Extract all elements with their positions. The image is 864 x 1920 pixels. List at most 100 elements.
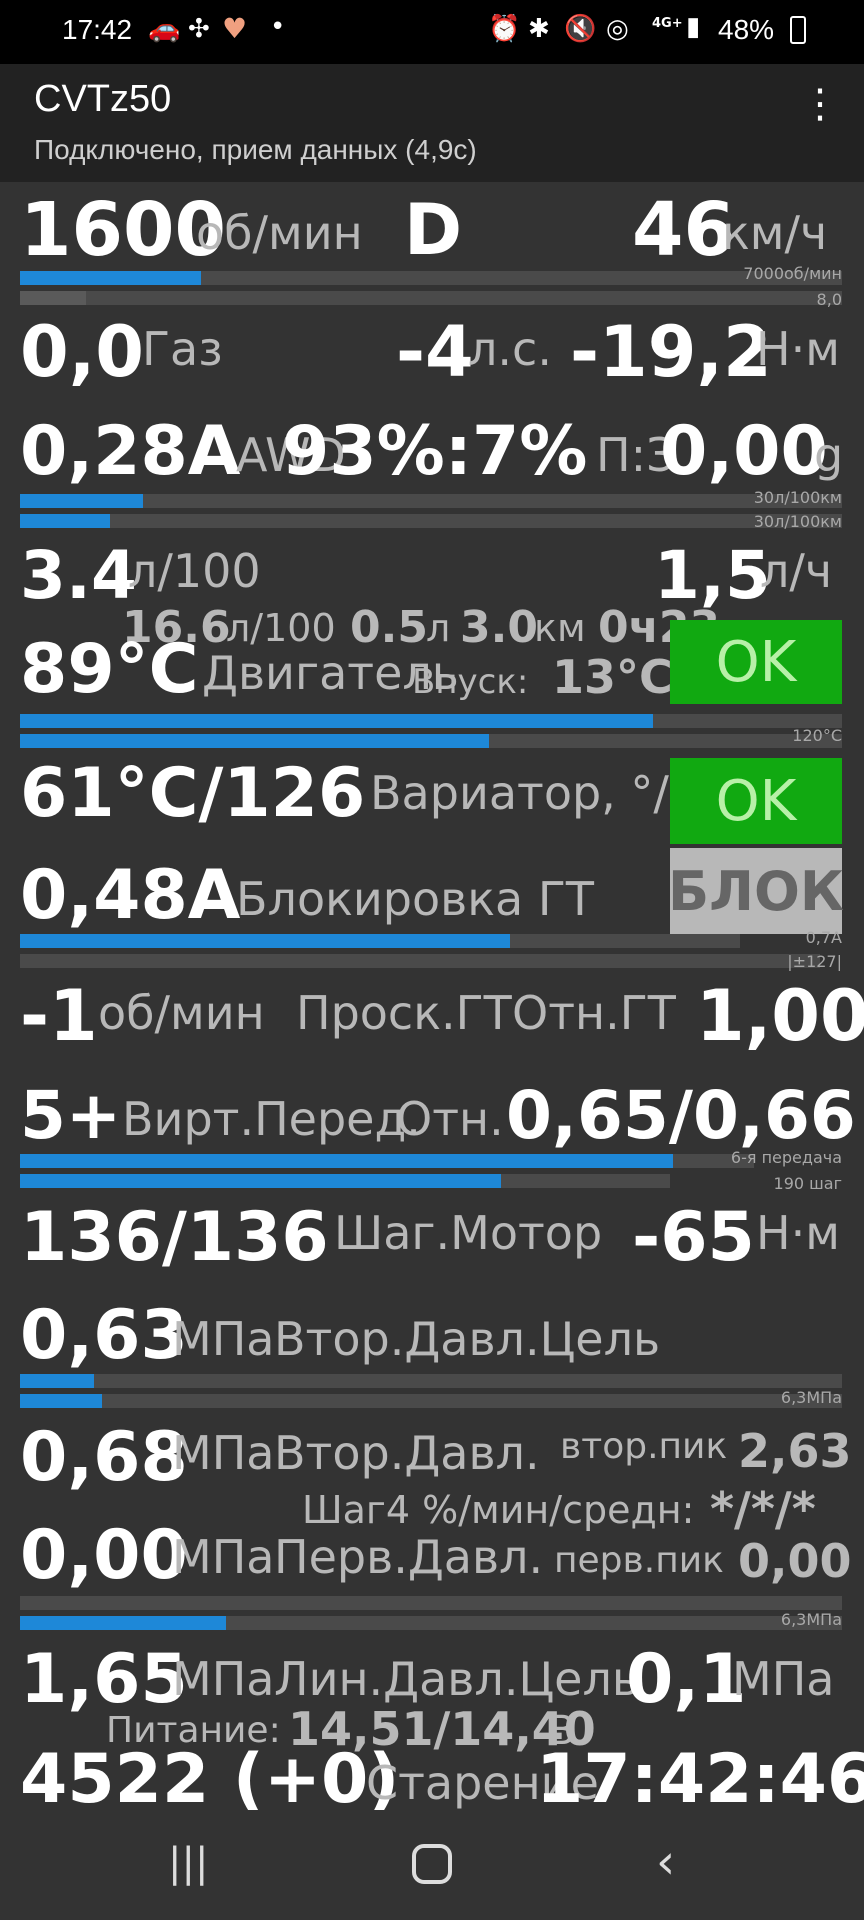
slip-value: -1 — [20, 975, 98, 1057]
hp-unit: л.с. — [468, 322, 552, 376]
battery-icon — [790, 16, 806, 44]
secondary-bar-max: 8,0 — [816, 290, 842, 309]
fuel-bar-2-max: 30л/100км — [753, 512, 842, 531]
torque-unit: Н·м — [756, 322, 840, 376]
trip-avg-unit: л/100 — [226, 606, 336, 650]
trip-distance-unit: км — [534, 606, 586, 650]
g-unit: g — [814, 428, 844, 482]
intake-temp: 13°C — [552, 650, 673, 704]
secondary-peak-label: втор.пик — [560, 1426, 728, 1467]
lockup-bar-1 — [20, 934, 740, 948]
fuel-bar-1 — [20, 494, 842, 508]
hotspot-icon: ◎ — [606, 14, 629, 44]
clock-value: 17:42:46 — [536, 1740, 864, 1819]
tc-ratio-label: Отн.ГТ — [512, 986, 676, 1040]
secondary-target-unit: МПа — [172, 1312, 275, 1366]
lockup-bar-max: 0,7A — [805, 928, 842, 947]
secondary-target-pressure: 0,63 — [20, 1296, 188, 1375]
hp-value: -4 — [396, 311, 474, 393]
step-motor-value: 136/136 — [20, 1198, 329, 1277]
cvt-temp-label: Вариатор, °/... — [370, 766, 713, 820]
lockup-bar-2 — [20, 954, 820, 968]
cvt-temp: 61°C/126 — [20, 754, 366, 833]
virtual-gear-label: Вирт.Перед. — [122, 1092, 421, 1146]
tc-ratio-value: 1,00 — [696, 975, 864, 1057]
step-bar-max: 190 шаг — [773, 1174, 842, 1193]
torque-value: -19,2 — [570, 311, 772, 393]
status-bar: 17:42 🚗 ✣ ♥ • ⏰ ✱ 🔇 ◎ 4G+ ▮ 48% — [0, 0, 864, 64]
bluetooth-icon: ✱ — [528, 14, 550, 44]
heart-icon: ♥ — [222, 12, 248, 45]
back-icon[interactable]: ‹ — [656, 1834, 675, 1890]
fuel-instant-unit: л/100 — [128, 544, 261, 598]
pressure-bar-max-2: 6,3МПа — [780, 1610, 842, 1629]
secondary-pressure-label: Втор.Давл. — [274, 1426, 540, 1480]
step4-value: */*/* — [710, 1482, 816, 1536]
home-icon[interactable] — [412, 1844, 452, 1884]
pressure-bar-3 — [20, 1596, 842, 1610]
app-title: CVTz50 — [34, 78, 172, 120]
step-bar — [20, 1174, 670, 1188]
gear-ratio-value: 0,65/0,66 — [506, 1077, 856, 1154]
step-torque-unit: Н·м — [756, 1206, 840, 1260]
primary-peak-label: перв.пик — [554, 1540, 724, 1581]
slip-label: Проск.ГТ — [296, 986, 512, 1040]
fan-icon: ✣ — [188, 14, 210, 44]
speed-unit: км/ч — [722, 206, 828, 260]
gear-ratio-label: Отн. — [396, 1092, 504, 1146]
temp-bar-1 — [20, 714, 842, 728]
slip-unit: об/мин — [98, 986, 265, 1040]
line-pressure-label: Лин.Давл.Цель — [274, 1652, 639, 1706]
app-bar: CVTz50 Подключено, прием данных (4,9с) ⋮ — [0, 64, 864, 182]
speed-value: 46 — [632, 187, 735, 273]
trip-distance: 3.0 — [460, 602, 538, 653]
signal-icon: ▮ — [686, 12, 701, 42]
line-pressure: 1,65 — [20, 1640, 188, 1719]
g-value: 0,00 — [660, 412, 828, 491]
awd-distribution: 93%:7% — [282, 412, 588, 491]
fuel-instant: 3.4 — [20, 537, 137, 614]
primary-pressure-label: Перв.Давл. — [274, 1530, 544, 1584]
rpm-bar-max: 7000об/мин — [743, 264, 842, 283]
throttle-label: Газ — [142, 322, 223, 376]
rpm-unit: об/мин — [196, 206, 363, 260]
more-vert-icon[interactable]: ⋮ — [800, 84, 840, 124]
pressure-bar-4 — [20, 1616, 842, 1630]
pressure-bar-2 — [20, 1394, 842, 1408]
trip-fuel-unit: л — [426, 606, 451, 650]
fuel-bar-2 — [20, 514, 842, 528]
secondary-target-label: Втор.Давл.Цель — [274, 1312, 661, 1366]
secondary-peak-value: 2,63 — [738, 1424, 852, 1478]
connection-status: Подключено, прием данных (4,9с) — [34, 134, 477, 165]
lockup-label: Блокировка ГТ — [236, 872, 594, 926]
secondary-pressure: 0,68 — [20, 1418, 188, 1497]
intake-label: Впуск: — [412, 662, 529, 702]
throttle-value: 0,0 — [20, 311, 145, 393]
pressure-bar-max-1: 6,3МПа — [780, 1388, 842, 1407]
line-pressure-unit: МПа — [172, 1652, 275, 1706]
gear-bar — [20, 1154, 754, 1168]
car-icon: 🚗 — [148, 14, 181, 44]
temp-bar-max: 120°C — [792, 726, 842, 745]
battery-percent: 48% — [718, 14, 775, 45]
navigation-bar: ||| ‹ — [0, 1810, 864, 1920]
lockup-status-button[interactable]: БЛОК — [668, 848, 844, 934]
pressure-bar-1 — [20, 1374, 842, 1388]
cvt-status-button[interactable]: OK — [670, 758, 842, 844]
network-type: 4G+ — [652, 16, 683, 31]
engine-status-button[interactable]: OK — [670, 620, 842, 704]
gear-bar-max: 6-я передача — [730, 1148, 842, 1167]
lockup-bar-2-max: |±127| — [787, 952, 842, 971]
secondary-pressure-unit: МПа — [172, 1426, 275, 1480]
step-torque: -65 — [632, 1198, 755, 1277]
aging-value: 4522 (+0) — [20, 1740, 400, 1819]
step-motor-label: Шаг.Мотор — [334, 1206, 603, 1260]
primary-peak-value: 0,00 — [738, 1534, 852, 1588]
fuel-bar-1-max: 30л/100км — [753, 488, 842, 507]
fuel-hourly-unit: л/ч — [760, 544, 833, 598]
recents-icon[interactable]: ||| — [168, 1840, 208, 1886]
line-target-unit: МПа — [732, 1652, 835, 1706]
primary-pressure-unit: МПа — [172, 1530, 275, 1584]
mute-icon: 🔇 — [564, 14, 597, 44]
status-time: 17:42 — [62, 14, 133, 45]
